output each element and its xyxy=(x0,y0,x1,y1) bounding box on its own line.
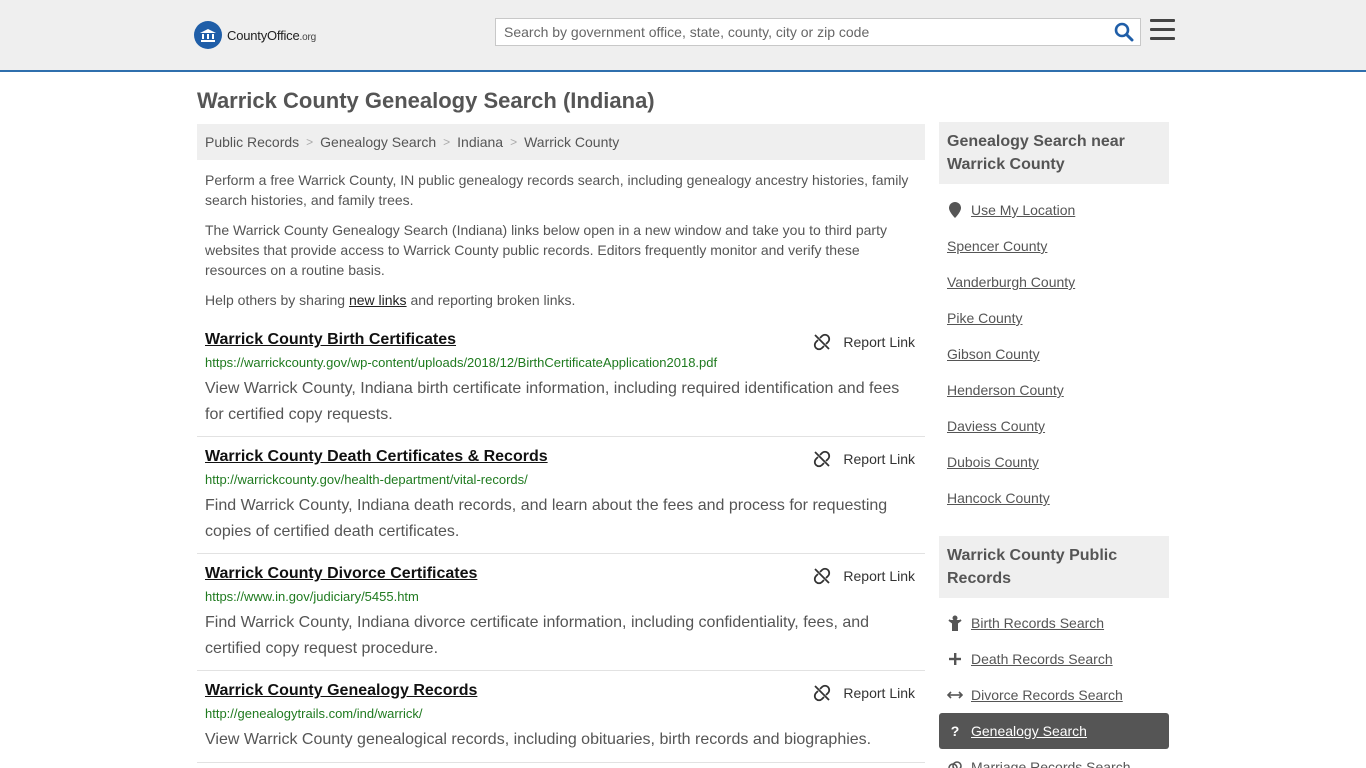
breadcrumb-warrick-county[interactable]: Warrick County xyxy=(524,134,619,150)
result-url-link[interactable]: https://warrickcounty.gov/wp-content/upl… xyxy=(205,355,917,371)
sidebar-item-nearby-county[interactable]: Henderson County xyxy=(939,372,1169,408)
sidebar-records-list: Birth Records Search Death Records Searc… xyxy=(939,605,1169,768)
sidebar-nearby-heading: Genealogy Search near Warrick County xyxy=(939,122,1169,184)
search-box xyxy=(495,18,1141,46)
sidebar-item-nearby-county[interactable]: Vanderburgh County xyxy=(939,264,1169,300)
intro-text: Perform a free Warrick County, IN public… xyxy=(205,170,921,320)
sidebar-item-marriage-records[interactable]: Marriage Records Search xyxy=(939,749,1169,768)
menu-icon[interactable] xyxy=(1150,19,1175,41)
logo-seal-icon xyxy=(194,21,222,49)
result-url-link[interactable]: http://warrickcounty.gov/health-departme… xyxy=(205,472,917,488)
report-link-button[interactable]: Report Link xyxy=(813,684,915,702)
intro-paragraph-2: The Warrick County Genealogy Search (Ind… xyxy=(205,222,887,278)
baby-icon xyxy=(947,615,963,631)
site-logo[interactable]: CountyOffice.org xyxy=(194,21,316,49)
location-pin-icon xyxy=(947,202,963,218)
broken-link-icon xyxy=(814,450,831,468)
intro-paragraph-1: Perform a free Warrick County, IN public… xyxy=(205,172,909,208)
arrows-icon xyxy=(947,687,963,703)
logo-text: CountyOffice.org xyxy=(227,27,316,43)
report-link-button[interactable]: Report Link xyxy=(813,567,915,585)
sidebar-nearby-list: Use My Location Spencer County Vanderbur… xyxy=(939,192,1169,516)
sidebar-item-birth-records[interactable]: Birth Records Search xyxy=(939,605,1169,641)
sidebar-item-genealogy-search[interactable]: ? Genealogy Search xyxy=(939,713,1169,749)
result-description: View Warrick County genealogical records… xyxy=(205,731,872,748)
sidebar-item-divorce-records[interactable]: Divorce Records Search xyxy=(939,677,1169,713)
report-link-button[interactable]: Report Link xyxy=(813,450,915,468)
breadcrumb-separator-icon: > xyxy=(306,135,314,149)
breadcrumb-public-records[interactable]: Public Records xyxy=(205,134,299,150)
rings-icon xyxy=(947,759,963,768)
result-item: Warrick County Death Certificates & Reco… xyxy=(197,447,925,554)
broken-link-icon xyxy=(814,684,831,702)
result-item: Warrick County Birth Certificates Report… xyxy=(197,330,925,437)
cross-icon xyxy=(947,651,963,667)
sidebar-item-nearby-county[interactable]: Hancock County xyxy=(939,480,1169,516)
breadcrumb-separator-icon: > xyxy=(443,135,451,149)
result-title-link[interactable]: Warrick County Divorce Certificates xyxy=(205,564,477,584)
result-item: Warrick County Divorce Certificates Repo… xyxy=(197,564,925,671)
breadcrumb-separator-icon: > xyxy=(510,135,518,149)
sidebar-item-nearby-county[interactable]: Dubois County xyxy=(939,444,1169,480)
sidebar-item-nearby-county[interactable]: Gibson County xyxy=(939,336,1169,372)
result-url-link[interactable]: http://genealogytrails.com/ind/warrick/ xyxy=(205,706,917,722)
site-header: CountyOffice.org xyxy=(0,0,1366,72)
broken-link-icon xyxy=(814,333,831,351)
sidebar-item-use-location[interactable]: Use My Location xyxy=(939,192,1169,228)
result-title-link[interactable]: Warrick County Birth Certificates xyxy=(205,330,456,350)
result-description: Find Warrick County, Indiana death recor… xyxy=(205,497,888,540)
sidebar-item-nearby-county[interactable]: Spencer County xyxy=(939,228,1169,264)
result-description: View Warrick County, Indiana birth certi… xyxy=(205,380,900,423)
breadcrumb-indiana[interactable]: Indiana xyxy=(457,134,503,150)
sidebar-item-nearby-county[interactable]: Pike County xyxy=(939,300,1169,336)
breadcrumb: Public Records > Genealogy Search > Indi… xyxy=(197,124,925,160)
search-input[interactable] xyxy=(496,19,1106,45)
sidebar-item-nearby-county[interactable]: Daviess County xyxy=(939,408,1169,444)
result-description: Find Warrick County, Indiana divorce cer… xyxy=(205,614,870,657)
result-title-link[interactable]: Warrick County Death Certificates & Reco… xyxy=(205,447,548,467)
breadcrumb-genealogy-search[interactable]: Genealogy Search xyxy=(320,134,436,150)
result-title-link[interactable]: Warrick County Genealogy Records xyxy=(205,681,477,701)
result-url-link[interactable]: https://www.in.gov/judiciary/5455.htm xyxy=(205,589,917,605)
new-links-link[interactable]: new links xyxy=(349,292,407,308)
search-icon[interactable] xyxy=(1114,22,1134,42)
intro-paragraph-3: Help others by sharing new links and rep… xyxy=(205,292,576,308)
broken-link-icon xyxy=(814,567,831,585)
sidebar-item-death-records[interactable]: Death Records Search xyxy=(939,641,1169,677)
page-title: Warrick County Genealogy Search (Indiana… xyxy=(197,88,655,113)
sidebar-records-heading: Warrick County Public Records xyxy=(939,536,1169,598)
result-item: Warrick County Genealogy Records Report … xyxy=(197,681,925,763)
report-link-button[interactable]: Report Link xyxy=(813,333,915,351)
question-icon: ? xyxy=(950,723,960,739)
